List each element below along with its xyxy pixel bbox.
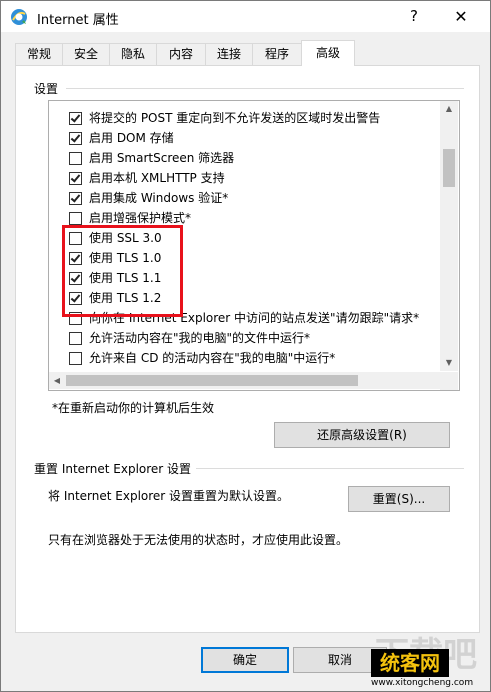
checkbox-unchecked[interactable] xyxy=(69,332,82,345)
reset-description: 将 Internet Explorer 设置重置为默认设置。 xyxy=(48,489,290,503)
tab-security[interactable]: 安全 xyxy=(62,43,110,65)
checkbox-unchecked[interactable] xyxy=(69,352,82,365)
setting-label: 使用 TLS 1.1 xyxy=(89,271,162,285)
scrollbar-corner xyxy=(440,372,458,390)
advanced-tab-panel: 设置 将提交的 POST 重定向到不允许发送的区域时发出警告 启用 DOM 存储… xyxy=(15,65,480,633)
horizontal-scrollbar[interactable]: ◀ xyxy=(49,372,440,389)
checkbox-unchecked[interactable] xyxy=(69,312,82,325)
setting-label: 启用本机 XMLHTTP 支持 xyxy=(89,171,225,185)
setting-label: 允许来自 CD 的活动内容在"我的电脑"中运行* xyxy=(89,351,336,365)
checkbox-checked[interactable] xyxy=(69,132,82,145)
setting-label: 启用集成 Windows 验证* xyxy=(89,191,229,205)
setting-label: 将提交的 POST 重定向到不允许发送的区域时发出警告 xyxy=(89,111,381,125)
watermark-url: www.xitongcheng.com xyxy=(371,678,474,688)
checkbox-checked[interactable] xyxy=(69,172,82,185)
setting-label: 启用增强保护模式* xyxy=(89,211,192,225)
setting-label: 向你在 Internet Explorer 中访问的站点发送"请勿跟踪"请求* xyxy=(89,311,420,325)
vertical-scroll-thumb[interactable] xyxy=(443,149,455,187)
help-button[interactable]: ? xyxy=(397,1,431,32)
tab-connections[interactable]: 连接 xyxy=(205,43,253,65)
setting-label: 允许活动内容在"我的电脑"的文件中运行* xyxy=(89,331,311,345)
internet-explorer-icon xyxy=(11,9,27,25)
tab-content[interactable]: 内容 xyxy=(156,43,206,65)
setting-label: 启用 DOM 存储 xyxy=(89,131,174,145)
window-title: Internet 属性 xyxy=(37,13,119,28)
horizontal-scroll-thumb[interactable] xyxy=(66,375,358,386)
reset-group-divider xyxy=(196,468,464,469)
settings-group-label: 设置 xyxy=(34,82,59,96)
ok-button[interactable]: 确定 xyxy=(201,647,289,673)
scroll-left-arrow-icon[interactable]: ◀ xyxy=(49,372,65,389)
checkbox-checked[interactable] xyxy=(69,112,82,125)
setting-label: 使用 TLS 1.2 xyxy=(89,291,162,305)
setting-label: 启用 SmartScreen 筛选器 xyxy=(89,151,235,165)
checkbox-checked[interactable] xyxy=(69,272,82,285)
tab-programs[interactable]: 程序 xyxy=(252,43,302,65)
checkbox-unchecked[interactable] xyxy=(69,212,82,225)
checkbox-unchecked[interactable] xyxy=(69,232,82,245)
title-bar: Internet 属性 ? ✕ xyxy=(1,1,490,32)
reset-button[interactable]: 重置(S)... xyxy=(348,486,450,512)
reset-warning-note: 只有在浏览器处于无法使用的状态时，才应使用此设置。 xyxy=(48,533,349,547)
scroll-up-arrow-icon[interactable]: ▲ xyxy=(440,101,458,117)
internet-properties-dialog: Internet 属性 ? ✕ 常规 安全 隐私 内容 连接 程序 高级 设置 … xyxy=(0,0,491,692)
settings-group-divider xyxy=(66,88,464,89)
close-button[interactable]: ✕ xyxy=(441,1,481,32)
checkbox-checked[interactable] xyxy=(69,292,82,305)
vertical-scrollbar[interactable]: ▲ ▼ xyxy=(440,101,458,371)
tab-advanced[interactable]: 高级 xyxy=(301,40,355,66)
checkbox-checked[interactable] xyxy=(69,252,82,265)
restart-note: *在重新启动你的计算机后生效 xyxy=(52,401,215,415)
tab-privacy[interactable]: 隐私 xyxy=(109,43,157,65)
setting-label: 使用 TLS 1.0 xyxy=(89,251,162,265)
cancel-button[interactable]: 取消 xyxy=(293,647,387,673)
scroll-down-arrow-icon[interactable]: ▼ xyxy=(440,355,458,371)
reset-group-label: 重置 Internet Explorer 设置 xyxy=(34,462,192,476)
restore-advanced-settings-button[interactable]: 还原高级设置(R) xyxy=(274,422,450,448)
setting-label: 使用 SSL 3.0 xyxy=(89,231,162,245)
tab-general[interactable]: 常规 xyxy=(15,43,63,65)
watermark-big-text: 下载吧 xyxy=(375,635,477,675)
checkbox-checked[interactable] xyxy=(69,192,82,205)
settings-tree[interactable]: 将提交的 POST 重定向到不允许发送的区域时发出警告 启用 DOM 存储 启用… xyxy=(48,100,460,391)
checkbox-unchecked[interactable] xyxy=(69,152,82,165)
